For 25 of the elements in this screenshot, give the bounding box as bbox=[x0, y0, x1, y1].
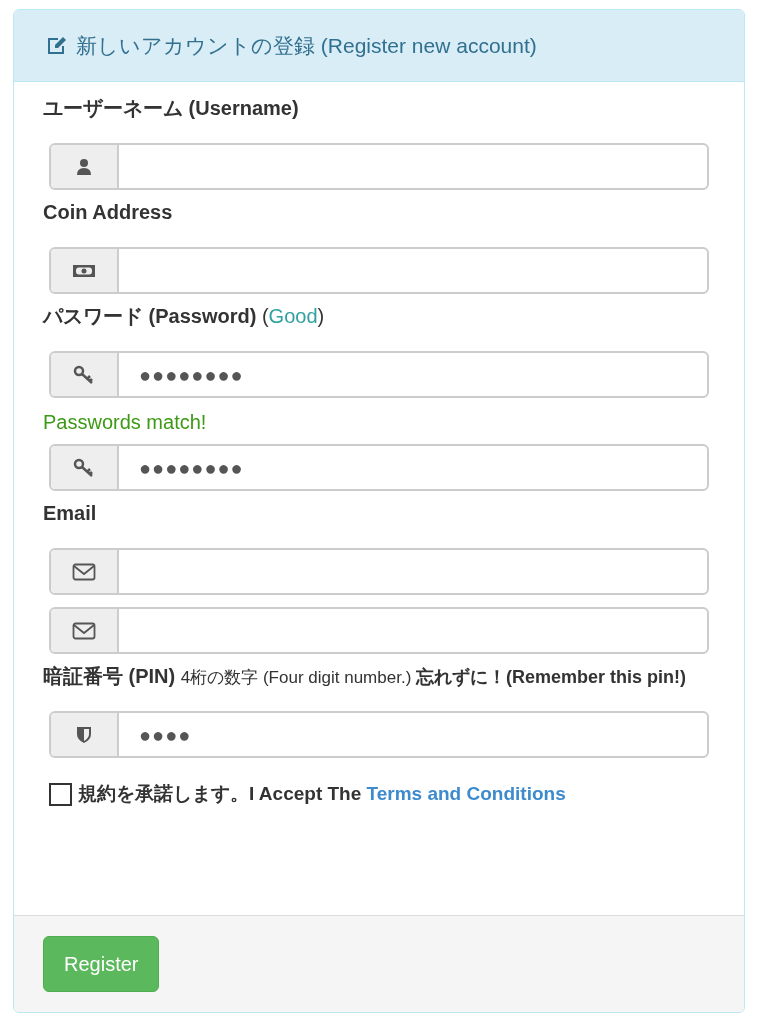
input-field[interactable] bbox=[49, 143, 709, 190]
shield-icon bbox=[76, 725, 92, 744]
terms-checkbox[interactable] bbox=[49, 782, 72, 806]
field-label: ユーザーネーム (Username) bbox=[42, 96, 300, 121]
panel-title: 新しいアカウントの登録 (Register new account) bbox=[76, 32, 537, 59]
edit-icon bbox=[46, 35, 68, 56]
field-label: 暗証番号 (PIN) 4桁の数字 (Four digit number.) 忘れずに！(Remember this pin!) bbox=[42, 664, 688, 689]
mail-icon bbox=[72, 562, 96, 581]
field-label: Coin Address bbox=[42, 200, 174, 225]
input-field[interactable] bbox=[49, 607, 709, 654]
input-field[interactable]: ●●●●●●●● bbox=[49, 444, 709, 491]
input-field[interactable] bbox=[49, 548, 709, 595]
key-icon bbox=[73, 364, 95, 385]
terms-text: 規約を承諾します。I Accept The Terms and Conditions bbox=[78, 782, 566, 806]
key-icon bbox=[73, 457, 95, 478]
input-field[interactable]: ●●●●●●●● bbox=[49, 351, 709, 398]
field-label: Email bbox=[42, 501, 98, 526]
field-label: パスワード (Password) (Good) bbox=[41, 304, 326, 329]
match-message: Passwords match! bbox=[42, 410, 207, 434]
banknote-icon bbox=[72, 262, 96, 279]
mail-icon bbox=[72, 621, 96, 640]
input-field[interactable]: ●●●● bbox=[49, 711, 709, 758]
terms-link[interactable]: Terms and Conditions bbox=[366, 783, 566, 804]
input-field[interactable] bbox=[49, 247, 709, 294]
user-icon bbox=[76, 157, 92, 176]
